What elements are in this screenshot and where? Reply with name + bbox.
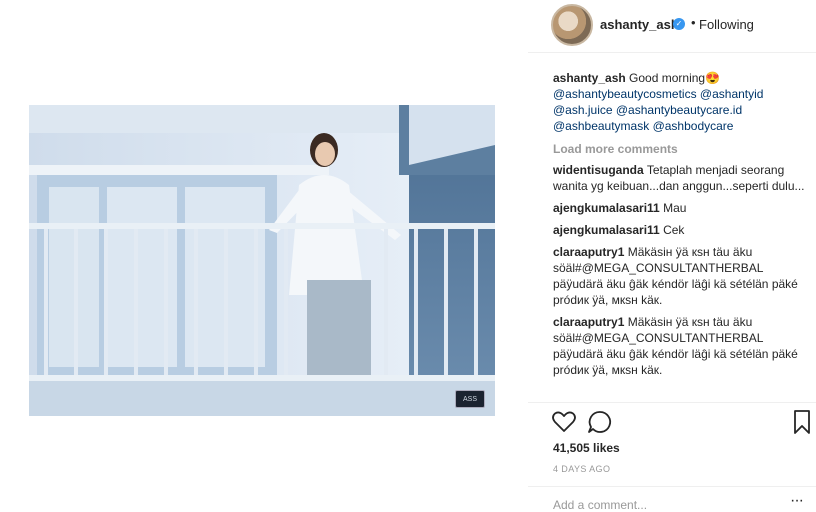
comment-item: claraaputry1 Mäkäsiн ÿä кsн täu äku söäl… <box>553 314 808 378</box>
comment-item: ajengkumalasari11 Mau <box>553 200 808 216</box>
post-header: ashanty_ash ✓ • Following <box>528 0 816 53</box>
photo-illustration <box>29 105 495 416</box>
comment-text: Mau <box>663 201 687 215</box>
heart-icon[interactable] <box>550 408 578 436</box>
action-bar <box>550 408 814 438</box>
actions-divider <box>528 402 816 403</box>
avatar[interactable] <box>551 4 593 46</box>
more-options-icon[interactable]: ··· <box>790 492 804 510</box>
post-timestamp[interactable]: 4 DAYS AGO <box>553 464 610 474</box>
post-photo[interactable]: ASS <box>29 105 495 416</box>
comment-username[interactable]: widentisuganda <box>553 163 644 177</box>
post-sidebar: ashanty_ash ✓ • Following ashanty_ash Go… <box>528 0 816 512</box>
verified-icon: ✓ <box>673 18 685 30</box>
comment-item: ajengkumalasari11 Cek <box>553 222 808 238</box>
header-bullet: • <box>691 15 696 30</box>
post-media-panel: ASS <box>0 0 528 510</box>
comment-item: claraaputry1 Mäkäsiн ÿä кsн täu äku söäl… <box>553 244 808 308</box>
caption-mentions-2[interactable]: @ash.juice @ashantybeautycare.id <box>553 103 742 117</box>
photo-watermark: ASS <box>455 390 485 408</box>
caption-mentions-1[interactable]: @ashantybeautycosmetics @ashantyid <box>553 87 763 101</box>
comment-username[interactable]: claraaputry1 <box>553 315 624 329</box>
caption-username[interactable]: ashanty_ash <box>553 71 626 85</box>
load-more-comments-button[interactable]: Load more comments <box>553 142 808 156</box>
comment-username[interactable]: claraaputry1 <box>553 245 624 259</box>
like-count[interactable]: 41,505 likes <box>553 441 620 455</box>
header-username[interactable]: ashanty_ash <box>600 17 679 32</box>
caption-text: Good morning😍 <box>629 71 721 85</box>
comment-text: Cek <box>663 223 685 237</box>
comment-icon[interactable] <box>586 408 614 436</box>
following-button[interactable]: Following <box>699 17 754 32</box>
bookmark-icon[interactable] <box>788 408 816 436</box>
comment-username[interactable]: ajengkumalasari11 <box>553 223 660 237</box>
comment-item: widentisuganda Tetaplah menjadi seorang … <box>553 162 808 194</box>
comment-username[interactable]: ajengkumalasari11 <box>553 201 660 215</box>
comment-feed: ashanty_ash Good morning😍 @ashantybeauty… <box>553 70 808 384</box>
comment-box-divider <box>528 486 816 487</box>
caption: ashanty_ash Good morning😍 @ashantybeauty… <box>553 70 808 134</box>
caption-mentions-3[interactable]: @ashbeautymask @ashbodycare <box>553 119 733 133</box>
